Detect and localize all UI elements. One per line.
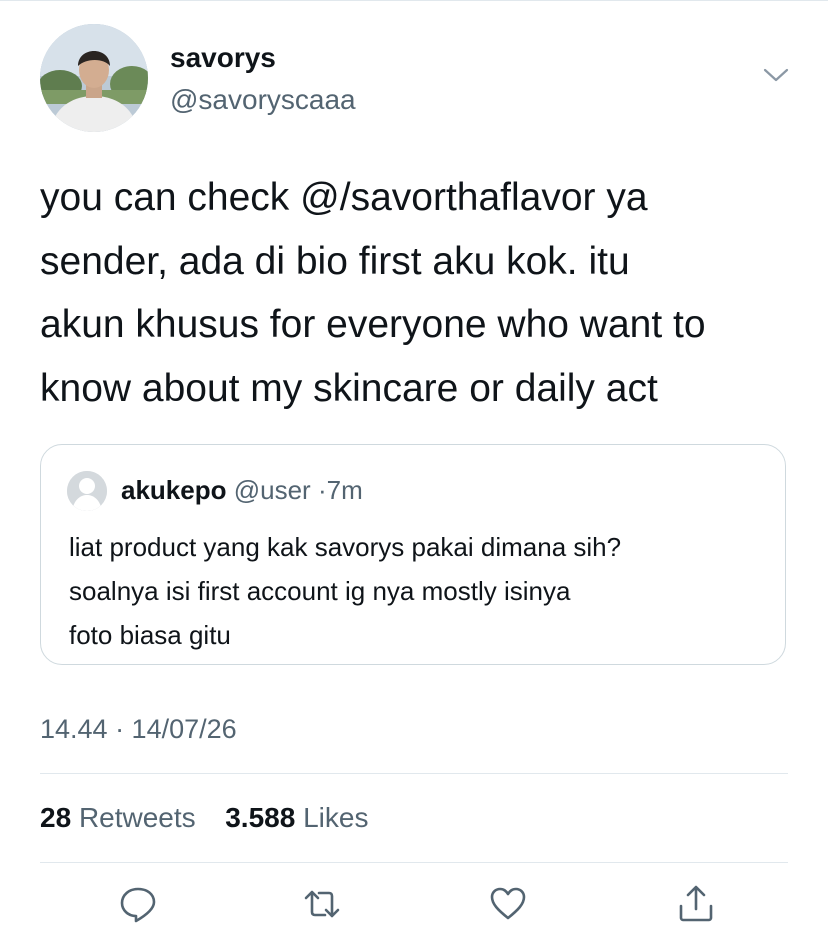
quoted-tweet-header: akukepo @user ·7m	[121, 475, 363, 506]
author-display-name[interactable]: savorys	[170, 42, 276, 74]
likes-label: Likes	[303, 802, 369, 833]
divider	[40, 773, 788, 774]
default-avatar-icon	[67, 471, 107, 511]
profile-photo	[40, 24, 148, 132]
likes-count: 3.588	[225, 802, 296, 833]
author-handle[interactable]: @savoryscaaa	[170, 84, 356, 116]
chevron-down-icon[interactable]	[762, 66, 790, 86]
quoted-meta-separator: ·	[317, 475, 327, 505]
quoted-tweet-text: liat product yang kak savorys pakai dima…	[69, 525, 769, 657]
top-divider	[0, 0, 828, 1]
tweet-text-line: know about my skincare or daily act	[40, 366, 658, 410]
quoted-text-line: liat product yang kak savorys pakai dima…	[69, 532, 622, 562]
quoted-text-line: foto biasa gitu	[69, 620, 231, 650]
heart-icon[interactable]	[488, 884, 528, 924]
retweets-stat[interactable]: 28 Retweets	[40, 802, 203, 833]
quoted-text-line: soalnya isi first account ig nya mostly …	[69, 576, 571, 606]
reply-icon[interactable]	[118, 884, 158, 924]
quoted-tweet-card[interactable]: akukepo @user ·7m liat product yang kak …	[40, 444, 786, 665]
divider	[40, 862, 788, 863]
quoted-author-handle: @user	[233, 475, 311, 505]
author-avatar[interactable]	[40, 24, 148, 132]
quoted-tweet-time: 7m	[326, 475, 363, 505]
retweet-icon[interactable]	[302, 884, 342, 924]
retweets-label: Retweets	[78, 802, 196, 833]
tweet-text-line: you can check @/savorthaflavor ya	[40, 176, 648, 219]
tweet-text: you can check @/savorthaflavor ya sender…	[40, 166, 800, 420]
share-icon[interactable]	[676, 884, 716, 924]
quoted-author-name: akukepo	[121, 475, 227, 505]
retweets-count: 28	[40, 802, 72, 833]
tweet-timestamp: 14.44 · 14/07/26	[40, 714, 237, 744]
tweet-stats: 28 Retweets 3.588 Likes	[40, 802, 368, 834]
tweet-text-line: sender, ada di bio first aku kok. itu	[40, 239, 630, 283]
likes-stat[interactable]: 3.588 Likes	[217, 802, 368, 833]
tweet-text-line: akun khusus for everyone who want to	[40, 303, 706, 346]
